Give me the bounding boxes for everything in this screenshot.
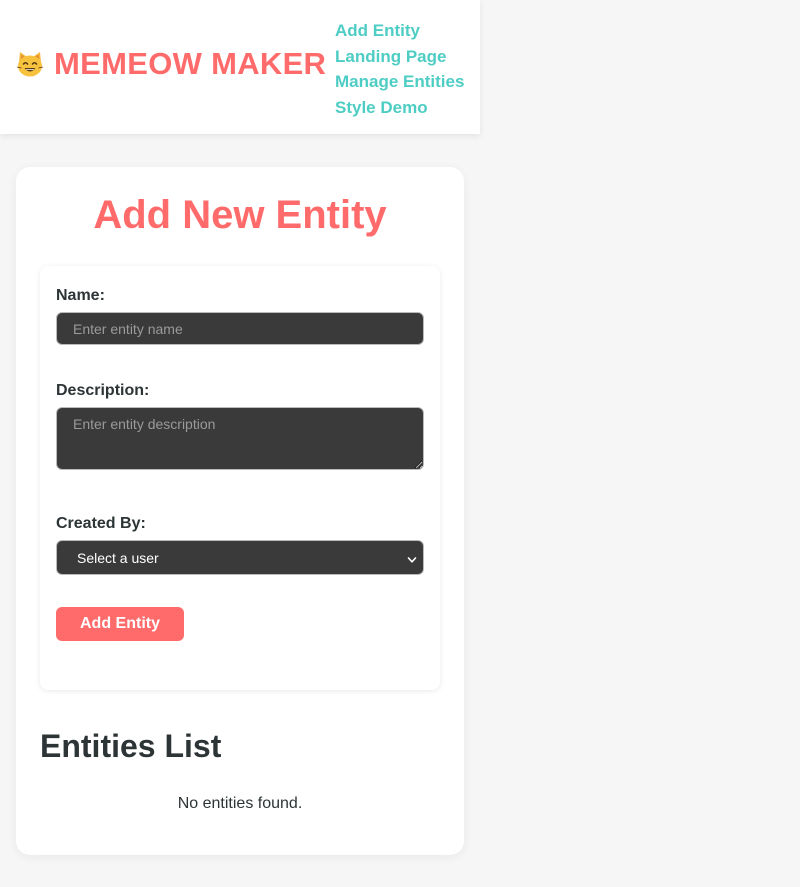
main-card: Add New Entity Name: Description: Create… — [16, 167, 464, 855]
smiling-cat-face-icon — [16, 50, 44, 78]
page-title: Add New Entity — [93, 193, 387, 237]
entities-empty-message: No entities found. — [177, 795, 303, 812]
name-input[interactable] — [56, 312, 424, 345]
nav-link-manage-entities[interactable]: Manage Entities — [335, 69, 464, 95]
entities-list-title: Entities List — [40, 728, 222, 764]
created-by-label: Created By: — [56, 515, 146, 532]
app-header: MEMEOW MAKER Add Entity Landing Page Man… — [0, 0, 480, 134]
description-textarea[interactable] — [56, 407, 424, 470]
nav-link-style-demo[interactable]: Style Demo — [335, 95, 464, 121]
main-nav: Add Entity Landing Page Manage Entities … — [335, 18, 464, 121]
created-by-selected-value: Select a user — [77, 549, 159, 566]
add-entity-button[interactable]: Add Entity — [56, 607, 184, 641]
add-entity-form: Name: Description: Created By: Select a … — [40, 266, 440, 690]
description-label: Description: — [56, 382, 150, 399]
chevron-down-icon — [407, 552, 417, 563]
brand[interactable]: MEMEOW MAKER — [16, 48, 326, 79]
name-label: Name: — [56, 287, 105, 304]
nav-link-landing-page[interactable]: Landing Page — [335, 44, 464, 70]
created-by-select[interactable]: Select a user — [56, 540, 424, 575]
nav-link-add-entity[interactable]: Add Entity — [335, 18, 464, 44]
brand-title: MEMEOW MAKER — [54, 46, 327, 81]
